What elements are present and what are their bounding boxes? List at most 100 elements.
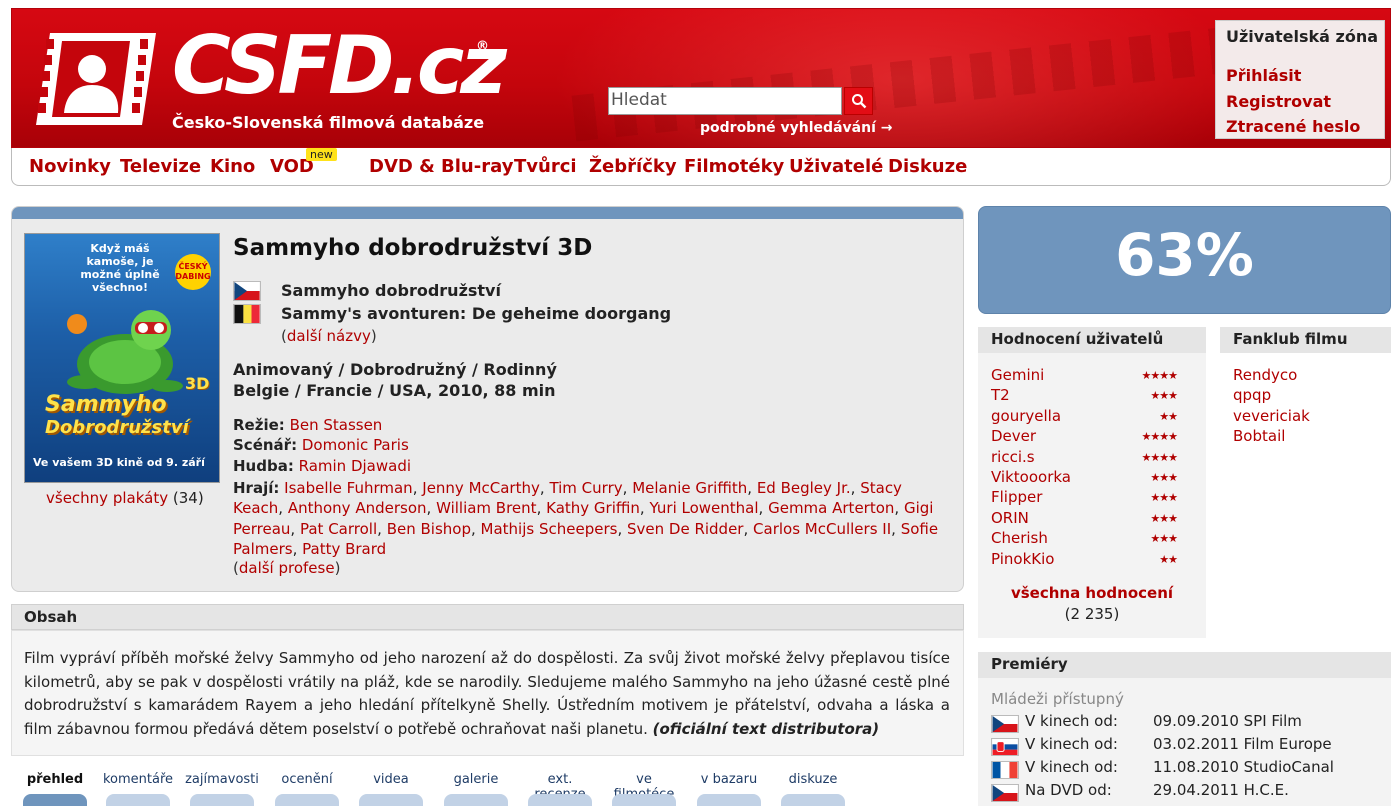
rating-stars-icon: ★★★	[1150, 511, 1178, 525]
nav-item-kino[interactable]: Kino	[210, 156, 255, 177]
user-zone-panel: Uživatelská zóna Přihlásit Registrovat Z…	[1215, 20, 1385, 139]
nav-item-novinky[interactable]: Novinky	[29, 156, 111, 177]
tab-galerie-icon[interactable]	[444, 794, 508, 806]
logo-registered-mark: ®	[476, 39, 489, 54]
tab-prehled-icon[interactable]	[23, 794, 87, 806]
cast-member-link[interactable]: Melanie Griffith	[632, 479, 747, 497]
cast-member-link[interactable]: Jenny McCarthy	[422, 479, 540, 497]
cast-member-link[interactable]: Sven De Ridder	[627, 520, 743, 538]
cast-member-link[interactable]: Anthony Anderson	[288, 499, 427, 517]
premieres-heading-bar: Premiéry	[978, 652, 1391, 678]
cz-flag-icon	[991, 784, 1019, 802]
logo-film-icon[interactable]	[32, 29, 160, 129]
rating-user-link[interactable]: Gemini	[991, 366, 1044, 384]
rating-stars-icon: ★★	[1159, 409, 1178, 423]
tab-oceneni-icon[interactable]	[275, 794, 339, 806]
fanclub-member-link[interactable]: vevericiak	[1233, 407, 1310, 425]
tab-komentare-icon[interactable]	[106, 794, 170, 806]
nav-item-tvurci[interactable]: Tvůrci	[514, 156, 577, 177]
synopsis-heading: Obsah	[24, 608, 78, 626]
rating-user-link[interactable]: Viktooorka	[991, 468, 1071, 486]
more-professions-link[interactable]: další profese	[239, 559, 335, 577]
tab-zajimavosti-icon[interactable]	[190, 794, 254, 806]
synopsis-source: (oficiální text distributora)	[652, 719, 880, 738]
panel-top-bar	[12, 207, 963, 219]
movie-poster[interactable]: Když máš kamoše, je možné úplně všechno!…	[24, 233, 220, 483]
fanclub-member-link[interactable]: Bobtail	[1233, 427, 1285, 445]
cast-member-link[interactable]: Kathy Griffin	[546, 499, 640, 517]
lost-password-link[interactable]: Ztracené heslo	[1226, 117, 1360, 136]
rating-user-link[interactable]: T2	[991, 386, 1010, 404]
rating-stars-icon: ★★★	[1150, 491, 1178, 505]
cast-member-link[interactable]: Gemma Arterton	[768, 499, 894, 517]
premiere-label: Na DVD od:	[1025, 781, 1112, 799]
all-ratings-link[interactable]: všechna hodnocení	[978, 584, 1206, 602]
premiere-row: V kinech od: 09.09.2010 SPI Film	[991, 712, 1391, 733]
director-link[interactable]: Ben Stassen	[290, 416, 383, 434]
tab-galerie[interactable]: galerie	[436, 772, 516, 787]
cast-member-link[interactable]: Mathijs Scheepers	[481, 520, 618, 538]
cast-member-link[interactable]: Patty Brard	[302, 540, 386, 558]
tab-v-bazaru[interactable]: v bazaru	[689, 772, 769, 787]
synopsis-panel: Film vypráví příběh mořské želvy Sammyho…	[11, 630, 964, 756]
tab-oceneni[interactable]: ocenění	[267, 772, 347, 787]
nav-item-dvd-bluray[interactable]: DVD & Blu-ray	[369, 156, 513, 177]
search-button[interactable]	[844, 87, 873, 115]
register-link[interactable]: Registrovat	[1226, 92, 1331, 111]
search-input[interactable]: Hledat	[608, 87, 842, 115]
tab-diskuze[interactable]: diskuze	[773, 772, 853, 787]
all-posters-link[interactable]: všechny plakáty	[46, 489, 168, 507]
cast-member-link[interactable]: Tim Curry	[549, 479, 622, 497]
rating-user-link[interactable]: gouryella	[991, 407, 1061, 425]
age-rating: Mládeži přístupný	[991, 690, 1124, 708]
nav-item-zebricky[interactable]: Žebříčky	[589, 156, 677, 177]
premiere-row: Na DVD od: 29.04.2011 H.C.E.	[991, 781, 1391, 802]
cz-flag-icon	[991, 715, 1019, 733]
nav-item-filmoteky[interactable]: Filmotéky	[684, 156, 784, 177]
rating-user-link[interactable]: Dever	[991, 427, 1036, 445]
writer-link[interactable]: Domonic Paris	[302, 436, 409, 454]
tab-prehled[interactable]: přehled	[15, 772, 95, 787]
belgian-flag-icon	[233, 304, 261, 324]
tab-v-bazaru-icon[interactable]	[697, 794, 761, 806]
tab-ve-filmotece-icon[interactable]	[612, 794, 676, 806]
rating-user-link[interactable]: ORIN	[991, 509, 1029, 527]
cast-member-link[interactable]: Pat Carroll	[300, 520, 377, 538]
tab-videa[interactable]: videa	[351, 772, 431, 787]
rating-user-link[interactable]: ricci.s	[991, 448, 1035, 466]
cast-member-link[interactable]: Isabelle Fuhrman	[284, 479, 413, 497]
nav-item-diskuze[interactable]: Diskuze	[888, 156, 967, 177]
rating-user-link[interactable]: Flipper	[991, 488, 1042, 506]
tab-zajimavosti[interactable]: zajímavosti	[182, 772, 262, 787]
tab-komentare[interactable]: komentáře	[98, 772, 178, 787]
logo-text[interactable]: CSFD.cz	[172, 21, 507, 111]
tab-ext-recenze-icon[interactable]	[528, 794, 592, 806]
rating-user-link[interactable]: PinokKio	[991, 550, 1054, 568]
rating-user-link[interactable]: Cherish	[991, 529, 1048, 547]
login-link[interactable]: Přihlásit	[1226, 66, 1301, 85]
user-zone-title: Uživatelská zóna	[1226, 27, 1379, 46]
fanclub-member-link[interactable]: qpqp	[1233, 386, 1271, 404]
new-badge: new	[306, 148, 337, 161]
fanclub-heading: Fanklub filmu	[1233, 330, 1348, 348]
cast-member-link[interactable]: Ben Bishop	[387, 520, 471, 538]
credit-cast-label: Hrají:	[233, 479, 280, 497]
nav-item-televize[interactable]: Televize	[120, 156, 201, 177]
tab-diskuze-icon[interactable]	[781, 794, 845, 806]
all-posters: všechny plakáty (34)	[46, 489, 204, 507]
premiere-row: V kinech od: 03.02.2011 Film Europe	[991, 735, 1391, 756]
tab-videa-icon[interactable]	[359, 794, 423, 806]
music-link[interactable]: Ramin Djawadi	[299, 457, 411, 475]
advanced-search-link[interactable]: podrobné vyhledávání →	[700, 120, 892, 136]
more-names-link[interactable]: další názvy	[287, 327, 371, 345]
cast-member-link[interactable]: Carlos McCullers II	[753, 520, 891, 538]
cast-member-link[interactable]: William Brent	[436, 499, 537, 517]
user-rating-row: Flipper ★★★	[991, 488, 1191, 506]
cast-member-link[interactable]: Yuri Lowenthal	[649, 499, 758, 517]
rating-stars-icon: ★★★★	[1141, 430, 1178, 444]
movie-title: Sammyho dobrodružství 3D	[233, 235, 593, 261]
cast-member-link[interactable]: Ed Begley Jr.	[757, 479, 851, 497]
credit-director: Režie: Ben Stassen	[233, 416, 382, 434]
fanclub-member-link[interactable]: Rendyco	[1233, 366, 1297, 384]
nav-item-uzivatele[interactable]: Uživatelé	[789, 156, 883, 177]
